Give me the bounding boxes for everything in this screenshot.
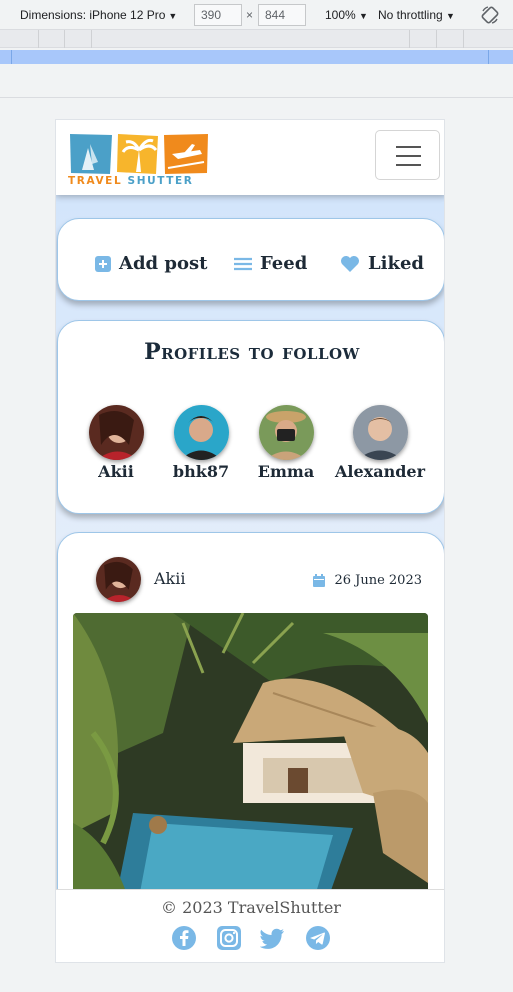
heart-icon bbox=[341, 255, 359, 272]
media-query-bar[interactable] bbox=[0, 50, 513, 64]
avatar bbox=[88, 405, 144, 460]
avatar bbox=[173, 405, 229, 460]
menu-toggle-button[interactable] bbox=[375, 130, 440, 180]
throttling-select[interactable]: No throttling ▼ bbox=[378, 8, 455, 22]
profile-alexander[interactable]: Alexander bbox=[335, 405, 425, 481]
device-label: Dimensions: iPhone 12 Pro bbox=[20, 8, 166, 22]
calendar-icon bbox=[313, 574, 326, 587]
post-date-text: 26 June 2023 bbox=[334, 573, 422, 588]
logo-word-shutter: SHUTTER bbox=[127, 175, 194, 187]
viewport-width-input[interactable]: 390 bbox=[194, 4, 242, 26]
profiles-card: Profiles to follow Akii bhk87 Emma Alexa… bbox=[57, 320, 444, 514]
profile-name: Alexander bbox=[335, 462, 426, 481]
viewport-height-input[interactable]: 844 bbox=[258, 4, 306, 26]
zoom-select[interactable]: 100% ▼ bbox=[325, 8, 368, 22]
liked-link[interactable]: Liked bbox=[340, 253, 424, 274]
profile-emma[interactable]: Emma bbox=[241, 405, 331, 481]
facebook-icon[interactable] bbox=[171, 925, 197, 951]
twitter-icon[interactable] bbox=[260, 925, 286, 951]
post-image[interactable] bbox=[73, 613, 428, 913]
logo-wordmark: TRAVEL SHUTTER bbox=[68, 175, 193, 187]
avatar bbox=[258, 405, 314, 460]
chevron-down-icon: ▼ bbox=[359, 11, 368, 21]
divider bbox=[0, 97, 513, 98]
post-author-avatar[interactable] bbox=[96, 557, 141, 602]
list-icon bbox=[234, 257, 252, 270]
copyright-text: © 2023 TravelShutter bbox=[161, 898, 341, 917]
profile-name: Emma bbox=[257, 462, 315, 481]
profile-name: bhk87 bbox=[172, 462, 230, 481]
liked-label: Liked bbox=[368, 253, 425, 274]
rotate-icon[interactable] bbox=[480, 5, 500, 25]
instagram-icon[interactable] bbox=[216, 925, 242, 951]
feed-label: Feed bbox=[260, 253, 308, 274]
post-author-name[interactable]: Akii bbox=[154, 569, 185, 588]
dimension-separator: × bbox=[246, 8, 254, 22]
profile-name: Akii bbox=[98, 462, 134, 481]
plus-square-icon bbox=[95, 255, 111, 272]
avatar bbox=[352, 405, 408, 460]
device-dimensions-select[interactable]: Dimensions: iPhone 12 Pro ▼ bbox=[20, 8, 177, 22]
telegram-icon[interactable] bbox=[305, 925, 331, 951]
device-viewport: TRAVEL SHUTTER Add post Feed Liked Profi… bbox=[55, 119, 445, 963]
add-post-label: Add post bbox=[119, 253, 208, 274]
zoom-label: 100% bbox=[325, 8, 356, 22]
feed-link[interactable]: Feed bbox=[234, 253, 307, 274]
devtools-toolbar: Dimensions: iPhone 12 Pro ▼ 390 × 844 100… bbox=[0, 0, 513, 30]
navbar: TRAVEL SHUTTER bbox=[56, 120, 444, 195]
post-nav-card: Add post Feed Liked bbox=[57, 218, 444, 301]
profile-akii[interactable]: Akii bbox=[71, 405, 161, 481]
logo-word-travel: TRAVEL bbox=[68, 175, 123, 187]
post-date: 26 June 2023 bbox=[313, 573, 422, 588]
profile-bhk87[interactable]: bhk87 bbox=[156, 405, 246, 481]
footer: © 2023 TravelShutter bbox=[56, 889, 444, 962]
add-post-link[interactable]: Add post bbox=[95, 253, 207, 274]
media-query-ruler bbox=[0, 30, 513, 48]
hamburger-icon bbox=[396, 146, 421, 148]
chevron-down-icon: ▼ bbox=[168, 11, 178, 21]
throttling-label: No throttling bbox=[378, 8, 443, 22]
profiles-heading: Profiles to follow bbox=[144, 339, 360, 365]
chevron-down-icon: ▼ bbox=[446, 11, 455, 21]
